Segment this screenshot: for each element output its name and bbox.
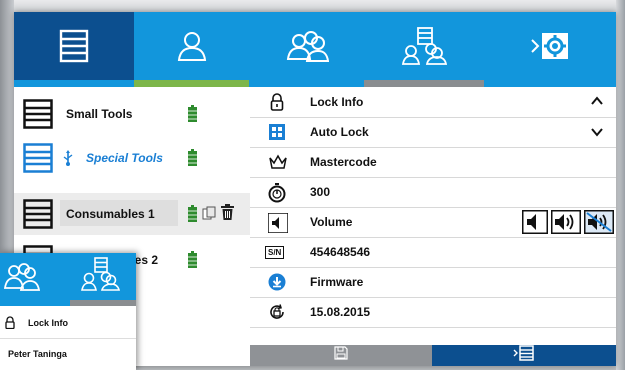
serial-number-row: S/N 454648546 — [250, 237, 616, 268]
lock-info-label: Lock Info — [310, 95, 364, 109]
list-item-label: Consumables 1 — [66, 207, 155, 221]
list-item[interactable]: Small Tools — [14, 93, 250, 135]
lock-icon — [268, 93, 286, 111]
tab-user[interactable] — [134, 12, 249, 80]
copy-icon[interactable] — [202, 206, 216, 225]
battery-full-icon — [188, 105, 197, 127]
crown-icon — [268, 153, 287, 171]
lock-icon — [4, 316, 16, 334]
chevron-down-icon[interactable] — [590, 125, 604, 144]
volume-low-button[interactable] — [522, 210, 548, 239]
tab-indicator-storage — [14, 80, 134, 87]
cabinet-icon — [23, 99, 53, 134]
speaker-icon — [267, 212, 289, 234]
settings-gear-icon — [526, 31, 574, 61]
list-item[interactable]: Special Tools — [14, 137, 250, 179]
trash-icon[interactable] — [221, 204, 234, 225]
tab-settings[interactable] — [484, 12, 616, 80]
battery-full-icon — [188, 149, 197, 171]
volume-mute-button[interactable] — [584, 210, 614, 239]
battery-full-icon — [188, 205, 197, 227]
arrow-cabinet-icon — [513, 345, 535, 366]
tab-indicator-groups — [249, 80, 364, 87]
save-button[interactable] — [250, 345, 432, 366]
tab-groups[interactable] — [249, 12, 364, 80]
cabinet-icon — [59, 29, 89, 63]
background-right — [616, 0, 625, 370]
auto-lock-row[interactable]: Auto Lock — [250, 117, 616, 148]
tab-indicator-assignments — [364, 80, 484, 87]
date-row: 15.08.2015 — [250, 297, 616, 328]
user-cabinet-icon[interactable] — [80, 257, 121, 296]
secondary-top-bar — [0, 253, 136, 300]
lock-refresh-icon — [268, 303, 286, 321]
floppy-icon — [334, 346, 348, 365]
action-bar — [250, 345, 616, 366]
mastercode-label: Mastercode — [310, 155, 377, 169]
date-value: 15.08.2015 — [310, 305, 371, 319]
secondary-screen: Lock Info Peter Taninga — [0, 253, 136, 370]
stopwatch-icon — [268, 183, 286, 203]
auto-lock-icon — [268, 123, 286, 141]
download-icon — [268, 273, 286, 291]
secondary-lock-info-label: Lock Info — [28, 318, 68, 328]
volume-row[interactable]: Volume — [250, 207, 616, 238]
tab-storage[interactable] — [14, 12, 134, 80]
top-navigation-bar — [14, 12, 616, 80]
usb-icon — [62, 150, 74, 171]
list-item-label: Small Tools — [66, 107, 133, 121]
lock-info-row[interactable]: Lock Info — [250, 87, 616, 118]
users-group-icon — [285, 29, 329, 63]
chevron-up-icon[interactable] — [590, 94, 604, 113]
firmware-row[interactable]: Firmware — [250, 267, 616, 298]
user-cabinet-icon — [401, 27, 447, 65]
firmware-label: Firmware — [310, 275, 364, 289]
battery-full-icon — [188, 251, 197, 273]
secondary-lock-info-row[interactable]: Lock Info — [0, 308, 136, 339]
timer-row[interactable]: 300 — [250, 177, 616, 208]
serial-number-value: 454648546 — [310, 245, 371, 259]
users-group-icon[interactable] — [2, 261, 41, 296]
tab-assignments[interactable] — [364, 12, 484, 80]
background-top — [14, 0, 616, 12]
list-item[interactable]: Consumables 1 — [14, 193, 250, 235]
cabinet-icon — [23, 199, 53, 234]
cabinet-icon — [23, 143, 53, 178]
timer-value: 300 — [310, 185, 331, 199]
user-icon — [175, 30, 209, 62]
open-cabinet-button[interactable] — [432, 345, 616, 366]
volume-high-button[interactable] — [551, 210, 581, 239]
secondary-tab-strip-gray — [70, 300, 136, 306]
tab-indicator-settings — [484, 80, 616, 87]
volume-label: Volume — [310, 215, 353, 229]
secondary-user-row[interactable]: Peter Taninga — [0, 339, 136, 369]
mastercode-row[interactable]: Mastercode — [250, 147, 616, 178]
secondary-user-name: Peter Taninga — [8, 349, 67, 359]
serial-number-badge: S/N — [265, 246, 285, 259]
tab-indicator-user — [134, 80, 249, 87]
auto-lock-label: Auto Lock — [310, 125, 369, 139]
list-item-label: Special Tools — [86, 151, 163, 165]
